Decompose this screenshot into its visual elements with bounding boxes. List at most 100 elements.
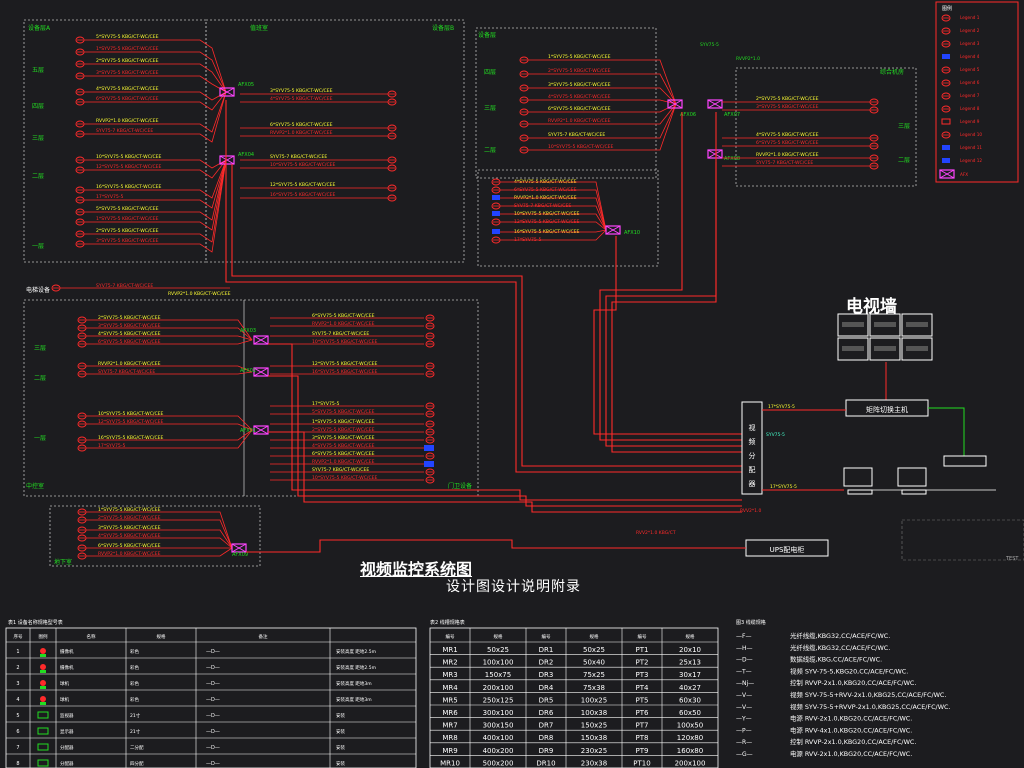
legend-symbol xyxy=(941,131,951,139)
table2-cell: MR7 xyxy=(442,722,457,730)
system-diagram: 设备层A 值班室 设备层B设备层综合机房电梯设备中控室 门卫设备地下室五层四层三层二层… xyxy=(5,1,1024,768)
junction-box-afx08 xyxy=(707,149,723,159)
zone-label: 值班室 xyxy=(250,24,268,32)
cable-spec: 5*SYV75-5 KBG/CT-WC/CEE xyxy=(96,34,159,40)
monitor-label-bg xyxy=(906,322,928,327)
cable-spec: 1*SYV75-5 KBG/CT-WC/CEE xyxy=(96,46,159,52)
table2-cell: PT6 xyxy=(636,709,649,717)
camera-icon xyxy=(425,428,435,436)
table1-cell: —D— xyxy=(206,761,220,767)
table2-cell: 150x75 xyxy=(485,671,511,679)
wire-legend-text: 数据线缆,KBG,CC/ACE/FC/WC. xyxy=(790,655,882,664)
table2-cell: DR9 xyxy=(539,747,554,755)
table2-cell: 75x25 xyxy=(583,671,605,679)
table2-cell: 250x125 xyxy=(483,696,514,704)
table2-cell: DR2 xyxy=(539,659,554,667)
cable-spec: 4*SYV75-5 KBG/CT-WC/CEE xyxy=(756,132,819,138)
trunk-cable xyxy=(268,375,742,507)
device-icon xyxy=(40,654,46,657)
legend-symbol xyxy=(942,158,950,163)
camera-icon xyxy=(75,120,85,128)
junction-box-afx03 xyxy=(253,335,269,345)
device-icon xyxy=(40,696,46,702)
table1-cell: 二分配 xyxy=(130,744,144,751)
table2-cell: PT8 xyxy=(636,734,649,742)
table2-cell: PT7 xyxy=(636,722,649,730)
table2-cell: PT2 xyxy=(636,659,649,667)
table1-caption: 表1 设备名称规格型号表 xyxy=(8,619,63,626)
zone-label: 设备层A xyxy=(28,24,51,32)
cable-spec: 2*SYV75-5 KBG/CT-WC/CEE xyxy=(96,58,159,64)
table2-cell: 100x50 xyxy=(677,722,703,730)
legend-row: Legend 9 xyxy=(960,119,980,124)
cable-spec: 3*SYV75-5 KBG/CT-WC/CEE xyxy=(96,238,159,244)
monitor-icon xyxy=(843,467,873,487)
table1-cell: 彩色 xyxy=(130,680,139,687)
monitor-icon xyxy=(424,445,434,451)
camera-icon xyxy=(425,362,435,370)
cable-spec: 12*SYV75-5 KBG/CT-WC/CEE xyxy=(96,164,162,170)
table1-cell: 四分配 xyxy=(130,760,144,767)
table2-cell: 300x100 xyxy=(483,709,514,717)
device-icon xyxy=(37,759,49,767)
monitor-label-bg xyxy=(906,346,928,351)
cable-spec: 6*SYV75-5 KBG/CT-WC/CEE xyxy=(270,122,333,128)
wire-legend-text: 电源 RVV-2x1.0,KBG20,CC/ACE/FC/WC. xyxy=(790,749,912,758)
camera-icon xyxy=(77,552,87,560)
table2-frame xyxy=(429,627,719,768)
wire-legend-text: 光纤线缆,KBG32,CC/ACE/FC/WC. xyxy=(790,631,890,640)
camera-icon xyxy=(387,98,397,106)
table2-cell: 150x38 xyxy=(581,734,607,742)
table2-cell: MR2 xyxy=(442,659,457,667)
wire-legend-symbol: —V— xyxy=(736,692,752,699)
cable-spec: 17*SYV75-5 xyxy=(96,194,124,200)
camera-icon xyxy=(425,402,435,410)
table2-cell: MR6 xyxy=(442,709,458,717)
table1-header: 备注 xyxy=(259,633,268,640)
table2-header: 规格 xyxy=(494,633,503,640)
table2-cell: 300x150 xyxy=(483,722,514,730)
wire-legend-text: 光纤线缆,KBG32,CC/ACE/FC/WC. xyxy=(790,643,890,652)
junction-box-afx10 xyxy=(605,225,621,235)
table1-cell: 球机 xyxy=(60,696,69,703)
device-icon xyxy=(37,711,49,719)
camera-icon xyxy=(77,420,87,428)
camera-icon xyxy=(425,420,435,428)
wire-legend-text: 电源 RVV-2x1.0,KBG20,CC/ACE/FC/WC. xyxy=(790,714,912,723)
camera-icon xyxy=(387,132,397,140)
table1-cell: 分配器 xyxy=(60,744,74,751)
table1-cell: —D— xyxy=(206,665,220,671)
table2-header: 编号 xyxy=(638,633,647,640)
cable-spec: 6*SYV75-5 KBG/CT-WC/CEE xyxy=(756,140,819,146)
table2-cell: MR3 xyxy=(442,671,457,679)
table1-cell: 安装 xyxy=(336,760,345,767)
monitor-label-bg xyxy=(874,346,896,351)
table2-cell: 20x10 xyxy=(679,646,701,654)
camera-icon xyxy=(425,314,435,322)
cable-spec: 6*SYV75-5 KBG/CT-WC/CEE xyxy=(548,106,611,112)
trunk-cable xyxy=(593,236,742,435)
camera-icon xyxy=(491,186,501,194)
sheet-fragment-text: TEST xyxy=(1005,556,1019,562)
cable-spec: 6*SYV75-5 KBG/CT-WC/CEE xyxy=(96,96,159,102)
camera-icon xyxy=(869,98,879,106)
keyboard-icon xyxy=(943,455,987,467)
table1-cell: —D— xyxy=(206,681,220,687)
camera-icon xyxy=(77,362,87,370)
junction-box-afx02 xyxy=(253,367,269,377)
camera-icon xyxy=(387,194,397,202)
floor-label: 四层 xyxy=(484,69,496,76)
cable-spec: 4*SYV75-5 KBG/CT-WC/CEE xyxy=(96,86,159,92)
camera-icon xyxy=(77,316,87,324)
cable-spec: 4*SYV75-5 KBG/CT-WC/CEE xyxy=(270,96,333,102)
cable-spec: RVVP2*1.0 KBG/CT-WC/CEE xyxy=(168,291,231,297)
cable-spec: RVV2*1.0 KBG/CT xyxy=(636,530,676,536)
wire-legend-text: 视频 SYV-75-5+RVVP-2x1.0,KBG25,CC/ACE/FC/W… xyxy=(790,702,951,711)
camera-icon xyxy=(425,332,435,340)
floor-label: 三层 xyxy=(484,105,496,112)
table2-cell: DR6 xyxy=(539,709,554,717)
monitor-label-bg xyxy=(842,322,864,327)
box-label: AFX10 xyxy=(624,230,640,236)
camera-icon xyxy=(75,196,85,204)
camera-icon xyxy=(77,340,87,348)
